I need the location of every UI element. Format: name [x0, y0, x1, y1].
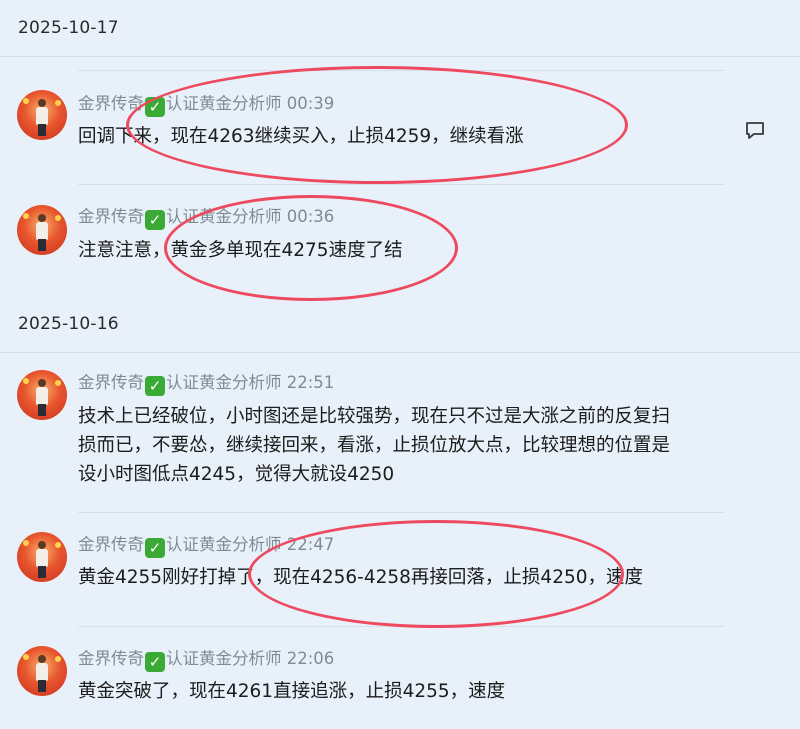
author-name: 金界传奇	[78, 94, 144, 113]
date-label: 2025-10-16	[18, 314, 119, 334]
date-header: 2025-10-17	[0, 0, 800, 57]
author-role: 认证黄金分析师	[166, 207, 282, 226]
message-text: 回调下来，现在4263继续买入，止损4259，继续看涨	[78, 126, 524, 147]
message-meta: 金界传奇 ✓ 认证黄金分析师 22:51	[78, 369, 334, 396]
check-mark-icon: ✓	[145, 376, 165, 396]
avatar[interactable]	[17, 90, 67, 140]
author-role: 认证黄金分析师	[166, 535, 282, 554]
date-header: 2025-10-16	[0, 296, 800, 353]
date-label: 2025-10-17	[18, 18, 119, 38]
author-role: 认证黄金分析师	[166, 649, 282, 668]
author-name: 金界传奇	[78, 373, 144, 392]
message-time: 00:39	[286, 94, 335, 113]
author-name: 金界传奇	[78, 535, 144, 554]
check-mark-icon: ✓	[145, 652, 165, 672]
author-name: 金界传奇	[78, 207, 144, 226]
avatar[interactable]	[17, 646, 67, 696]
message-meta: 金界传奇 ✓ 认证黄金分析师 22:47	[78, 531, 334, 558]
message-divider	[78, 70, 724, 71]
message-text: 注意注意，黄金多单现在4275速度了结	[78, 240, 403, 261]
check-mark-icon: ✓	[145, 97, 165, 117]
message-divider	[78, 626, 724, 627]
message-meta: 金界传奇 ✓ 认证黄金分析师 00:36	[78, 203, 334, 230]
check-mark-icon: ✓	[145, 210, 165, 230]
comment-bubble-icon[interactable]	[744, 120, 766, 142]
author-name: 金界传奇	[78, 649, 144, 668]
message-time: 22:47	[286, 535, 335, 554]
message-time: 22:51	[286, 373, 335, 392]
message-text: 技术上已经破位，小时图还是比较强势，现在只不过是大涨之前的反复扫损而已，不要怂，…	[78, 406, 671, 485]
author-role: 认证黄金分析师	[166, 94, 282, 113]
author-role: 认证黄金分析师	[166, 373, 282, 392]
message-meta: 金界传奇 ✓ 认证黄金分析师 22:06	[78, 645, 334, 672]
check-mark-icon: ✓	[145, 538, 165, 558]
avatar[interactable]	[17, 370, 67, 420]
message-time: 22:06	[286, 649, 335, 668]
message-divider	[78, 184, 724, 185]
message-time: 00:36	[286, 207, 335, 226]
message-divider	[78, 512, 724, 513]
avatar[interactable]	[17, 205, 67, 255]
message-text: 黄金突破了，现在4261直接追涨，止损4255，速度	[78, 681, 506, 702]
message-text: 黄金4255刚好打掉了，现在4256-4258再接回落，止损4250，速度	[78, 567, 644, 588]
message-meta: 金界传奇 ✓ 认证黄金分析师 00:39	[78, 90, 334, 117]
avatar[interactable]	[17, 532, 67, 582]
